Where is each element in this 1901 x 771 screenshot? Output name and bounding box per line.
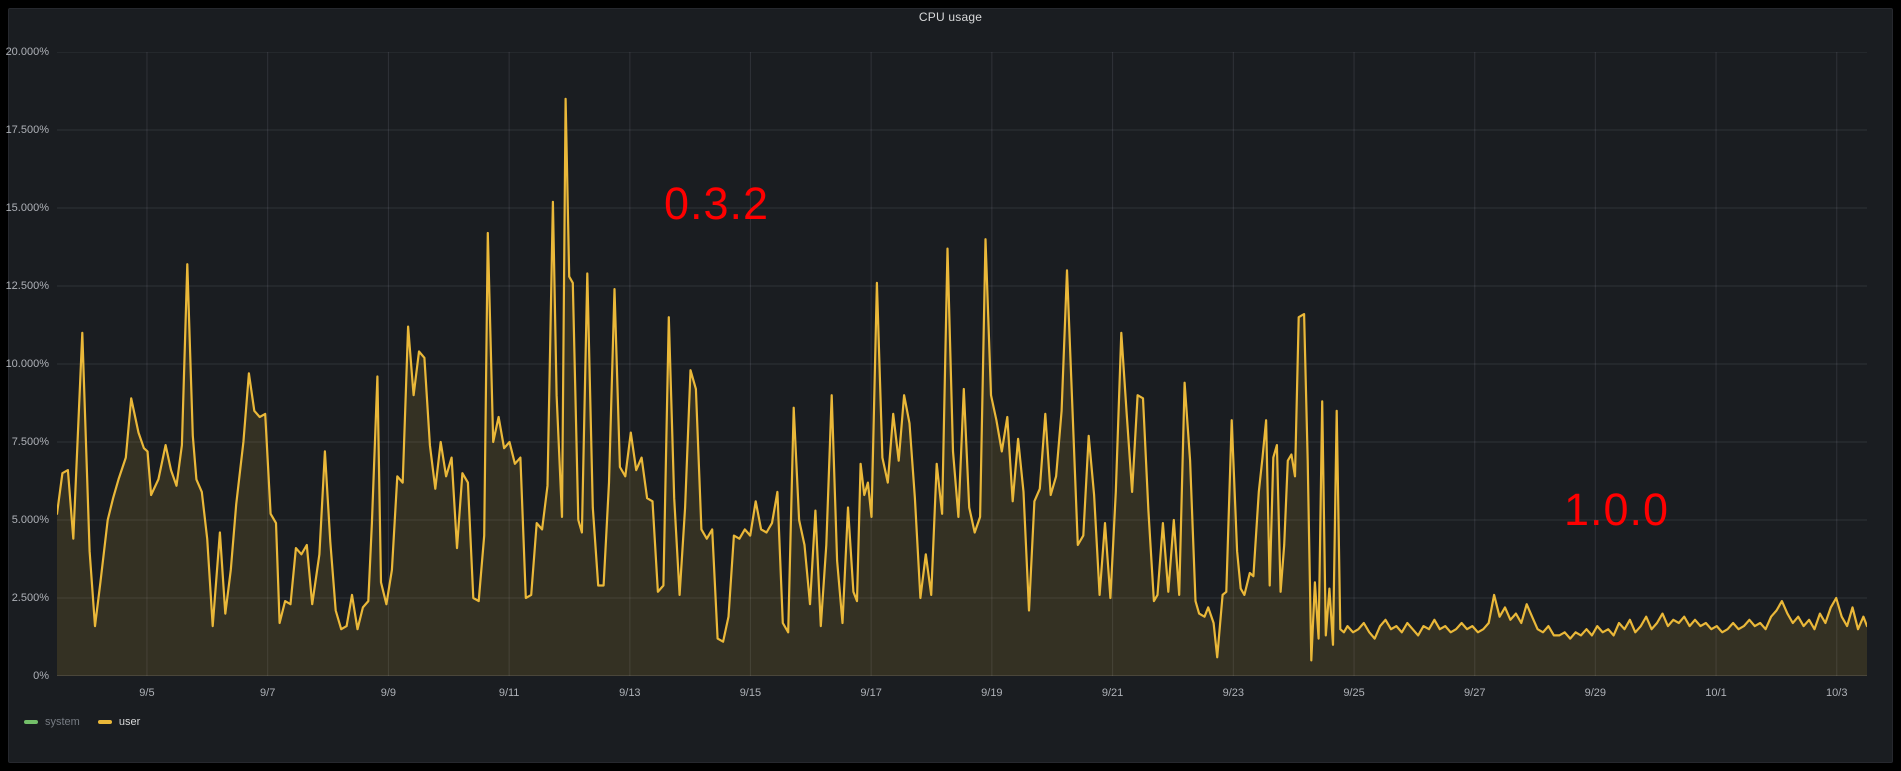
x-tick-label: 9/13 [590, 687, 670, 699]
y-tick-label: 12.500% [0, 278, 49, 294]
x-tick-label: 9/7 [228, 687, 308, 699]
y-tick-label: 17.500% [0, 122, 49, 138]
x-tick-label: 9/11 [469, 687, 549, 699]
x-tick-label: 9/9 [348, 687, 428, 699]
legend-item-label: user [119, 716, 140, 728]
version-annotation: 0.3.2 [664, 181, 769, 226]
legend-color-dash [98, 720, 112, 724]
x-tick-label: 9/19 [952, 687, 1032, 699]
y-tick-label: 15.000% [0, 200, 49, 216]
version-annotation: 1.0.0 [1564, 487, 1669, 532]
legend: system user [24, 716, 140, 728]
y-tick-label: 7.500% [0, 434, 49, 450]
x-tick-label: 9/21 [1073, 687, 1153, 699]
legend-item-user[interactable]: user [98, 716, 140, 728]
y-tick-label: 5.000% [0, 512, 49, 528]
panel-title[interactable]: CPU usage [0, 10, 1901, 24]
legend-color-dash [24, 720, 38, 724]
x-tick-label: 9/27 [1435, 687, 1515, 699]
y-tick-label: 20.000% [0, 44, 49, 60]
x-tick-label: 9/5 [107, 687, 187, 699]
x-tick-label: 10/3 [1797, 687, 1877, 699]
x-tick-label: 9/23 [1193, 687, 1273, 699]
legend-item-label: system [45, 716, 80, 728]
y-tick-label: 2.500% [0, 590, 49, 606]
x-tick-label: 10/1 [1676, 687, 1756, 699]
x-tick-label: 9/29 [1555, 687, 1635, 699]
grafana-panel-screenshot: CPU usage 0% 2.500% 5.000% 7.500% 10.000% 12.… [0, 0, 1901, 771]
cpu-usage-chart[interactable] [57, 52, 1867, 676]
y-tick-label: 0% [0, 668, 49, 684]
x-tick-label: 9/17 [831, 687, 911, 699]
x-tick-label: 9/25 [1314, 687, 1394, 699]
x-tick-label: 9/15 [710, 687, 790, 699]
legend-item-system[interactable]: system [24, 716, 80, 728]
y-tick-label: 10.000% [0, 356, 49, 372]
